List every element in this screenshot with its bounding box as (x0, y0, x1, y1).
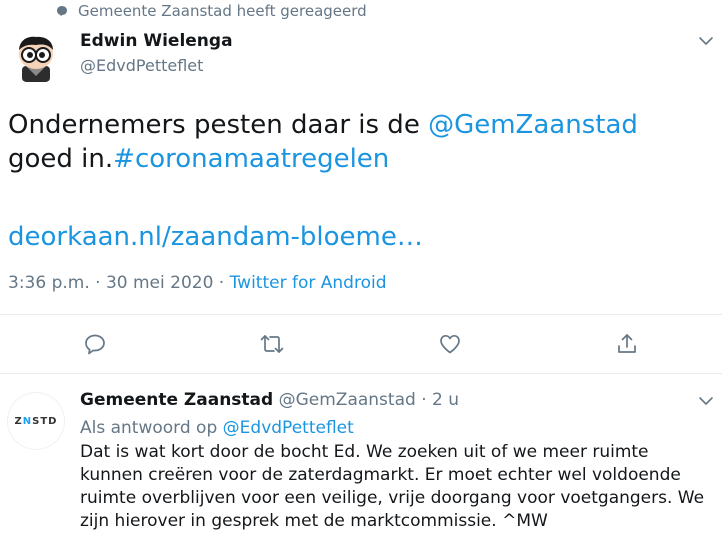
reply-header: Gemeente Zaanstad @GemZaanstad · 2 u (80, 390, 459, 410)
reply-prefix: Als antwoord op (80, 418, 223, 438)
reply-author-name[interactable]: Gemeente Zaanstad (80, 390, 273, 410)
logo-text-n: N (22, 415, 33, 427)
reply-context: Als antwoord op @EdvdPetteflet (80, 418, 354, 438)
zaanstad-logo: ZNSTD (15, 416, 58, 427)
tweet-meta: 3:36 p.m. · 30 mei 2020 · Twitter for An… (8, 271, 387, 295)
divider (0, 373, 722, 374)
share-button[interactable] (613, 330, 641, 358)
reply-to-link[interactable]: @EdvdPetteflet (223, 418, 354, 438)
tweet-text-part-2: goed in. (8, 144, 114, 174)
retweet-icon (260, 335, 284, 353)
divider (0, 314, 722, 315)
like-icon (440, 334, 460, 354)
tweet-text: Ondernemers pesten daar is de @GemZaanst… (8, 108, 708, 176)
author-name[interactable]: Edwin Wielenga (80, 31, 233, 51)
hashtag-link[interactable]: #coronamaatregelen (113, 144, 389, 174)
reply-button[interactable] (81, 330, 109, 358)
chevron-down-icon[interactable] (697, 392, 715, 410)
social-context-text: Gemeente Zaanstad heeft gereageerd (78, 2, 367, 20)
reply-author-handle[interactable]: @GemZaanstad (279, 390, 416, 410)
reply-avatar[interactable]: ZNSTD (8, 393, 64, 449)
mention-link[interactable]: @GemZaanstad (428, 110, 638, 140)
logo-text-std: STD (32, 415, 58, 427)
social-context: Gemeente Zaanstad heeft gereageerd (56, 0, 367, 22)
reply-icon (85, 334, 105, 355)
retweet-button[interactable] (258, 330, 286, 358)
like-button[interactable] (436, 330, 464, 358)
tweet-text-part-1: Ondernemers pesten daar is de (8, 110, 429, 140)
tweet-timestamp[interactable]: 3:36 p.m. · 30 mei 2020 · (8, 273, 230, 293)
tweet-source[interactable]: Twitter for Android (230, 273, 387, 293)
avatar-illustration (19, 36, 53, 82)
url-link[interactable]: deorkaan.nl/zaandam-bloeme… (8, 220, 423, 254)
avatar[interactable] (8, 28, 64, 84)
reply-text: Dat is wat kort door de bocht Ed. We zoe… (80, 442, 705, 531)
logo-text-z: Z (14, 415, 23, 427)
chat-bubble-icon (57, 6, 67, 17)
chevron-down-icon[interactable] (697, 32, 715, 50)
author-handle[interactable]: @EdvdPetteflet (80, 56, 203, 75)
share-icon (618, 334, 636, 353)
reply-timestamp[interactable]: · 2 u (416, 390, 459, 410)
